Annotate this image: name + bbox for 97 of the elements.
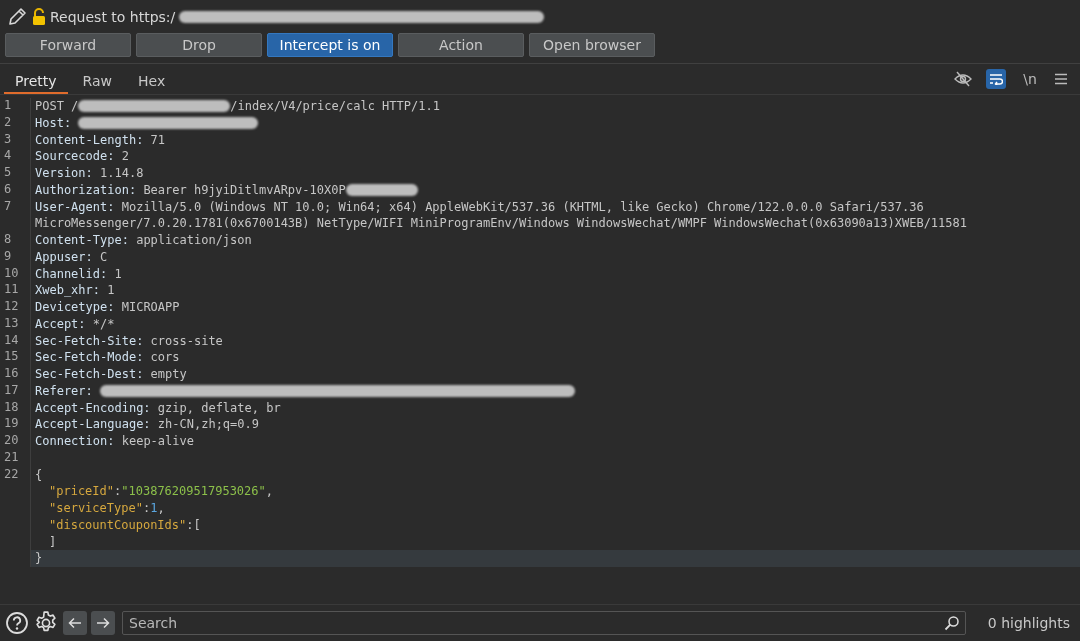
header-name: Version:: [35, 165, 94, 182]
line-number: 3: [4, 131, 12, 146]
header-value: 1.14.8: [100, 165, 144, 182]
header-value: 71: [150, 131, 166, 149]
header-value: */*: [92, 315, 115, 333]
line-number: 17: [4, 382, 19, 397]
line-number: 11: [4, 282, 19, 297]
header-name: Sourcecode:: [35, 148, 116, 165]
header-name: Channelid:: [35, 265, 109, 283]
line-number: 21: [4, 449, 19, 464]
line-number: 14: [4, 332, 19, 347]
header-value: C: [100, 248, 108, 266]
header-value: cross-site: [150, 332, 223, 350]
line-number: 9: [4, 248, 12, 263]
header-value: MICROAPP: [121, 299, 180, 316]
json-punctuation: ,: [265, 483, 273, 500]
action-button[interactable]: Drop: [136, 33, 262, 57]
right-arrow-icon: [96, 617, 110, 629]
header-name: Appuser:: [35, 248, 94, 266]
json-punctuation: ]: [49, 533, 57, 551]
json-number: 1: [150, 500, 158, 517]
view-tab[interactable]: Raw: [71, 69, 123, 94]
header-value: zh-CN,zh;q=0.9: [157, 416, 259, 433]
header-value: gzip, deflate, br: [157, 399, 281, 417]
header-name: Connection:: [35, 433, 116, 450]
request-line-text: POST /: [35, 98, 79, 115]
header-name: User-Agent:: [35, 198, 116, 216]
line-number: 6: [4, 181, 12, 196]
header-name: Host:: [35, 114, 73, 132]
json-key: "discountCouponIds": [49, 516, 187, 534]
line-number: 7: [4, 198, 12, 213]
lock-icon: [32, 7, 46, 26]
line-number: 20: [4, 433, 19, 447]
header-value: 1: [107, 282, 115, 299]
back-button[interactable]: [63, 611, 87, 635]
header-name: Devicetype:: [35, 299, 116, 316]
pencil-icon[interactable]: [6, 5, 28, 28]
request-line-text: /index/V4/price/calc HTTP/1.1: [230, 98, 440, 115]
header-name: Content-Length:: [35, 131, 145, 149]
json-punctuation: {: [35, 466, 43, 484]
highlight-count: 0 highlights: [986, 615, 1071, 631]
hidden-eye-icon[interactable]: [954, 71, 972, 87]
menu-icon[interactable]: [1054, 73, 1068, 85]
action-button[interactable]: Open browser: [529, 33, 655, 57]
line-number: 4: [4, 148, 12, 163]
search-icon[interactable]: [943, 615, 960, 631]
header-name: Sec-Fetch-Mode:: [35, 349, 145, 366]
left-arrow-icon: [68, 617, 82, 629]
line-number: 19: [4, 416, 19, 431]
header-name: Accept-Language:: [35, 416, 152, 433]
word-wrap-icon[interactable]: [986, 69, 1006, 89]
header-name: Content-Type:: [35, 232, 130, 249]
line-number: 12: [4, 299, 19, 313]
action-button[interactable]: Action: [398, 33, 524, 57]
json-punctuation: :: [142, 500, 151, 517]
forward-button[interactable]: [91, 611, 115, 635]
line-number: 22: [4, 466, 19, 481]
line-number: 1: [4, 98, 12, 112]
json-key: "serviceType": [49, 500, 143, 517]
action-button[interactable]: Forward: [5, 33, 131, 57]
header-value: empty: [150, 366, 187, 383]
header-value: keep-alive: [121, 433, 194, 450]
line-number: 13: [4, 315, 19, 330]
line-number: 10: [4, 265, 19, 280]
view-tab[interactable]: Pretty: [4, 69, 68, 94]
header-value: Mozilla/5.0 (Windows NT 10.0; Win64; x64) AppleWebKit/537.36 (KHTML, like Gecko) Chrome/122.0.0.0 Safari/537.36: [121, 198, 924, 216]
line-number: 15: [4, 349, 19, 364]
header-name: Sec-Fetch-Dest:: [35, 366, 145, 383]
header-value: 2: [121, 148, 129, 165]
header-value: cors: [150, 349, 180, 366]
header-name: Accept-Encoding:: [35, 399, 152, 417]
header-value: 1: [114, 265, 122, 283]
line-number: 8: [4, 232, 12, 246]
header-name: Sec-Fetch-Site:: [35, 332, 145, 350]
json-key: "priceId": [49, 483, 115, 500]
header-name: Referer:: [35, 382, 94, 400]
header-value: Bearer h9jyiDitlmvARpv-10X0P: [143, 181, 346, 199]
json-punctuation: :: [114, 483, 122, 500]
line-number: 16: [4, 366, 19, 380]
intercept-toggle[interactable]: Intercept is on: [267, 33, 393, 57]
json-punctuation: :[: [186, 516, 201, 534]
json-punctuation: }: [35, 550, 43, 567]
header-name: Accept:: [35, 315, 87, 333]
header-value: application/json: [136, 232, 252, 249]
line-number: 5: [4, 165, 12, 179]
view-tab[interactable]: Hex: [127, 69, 177, 94]
line-number: 18: [4, 399, 19, 414]
json-string: "103876209517953026": [121, 483, 266, 500]
request-title: Request to https:/: [50, 8, 176, 25]
header-value: MicroMessenger/7.0.20.1781(0x6700143B) NetType/WIFI MiniProgramEnv/Windows WindowsWechat/WMPF WindowsWechat(0x63090a13)XWEB/11581: [35, 215, 967, 232]
newline-toggle[interactable]: \n: [1020, 69, 1040, 89]
json-punctuation: ,: [157, 500, 165, 517]
header-name: Authorization:: [35, 181, 138, 199]
header-name: Xweb_xhr:: [35, 282, 102, 299]
search-field[interactable]: Search: [122, 611, 966, 635]
help-icon[interactable]: [5, 611, 29, 635]
line-number: 2: [4, 114, 12, 129]
